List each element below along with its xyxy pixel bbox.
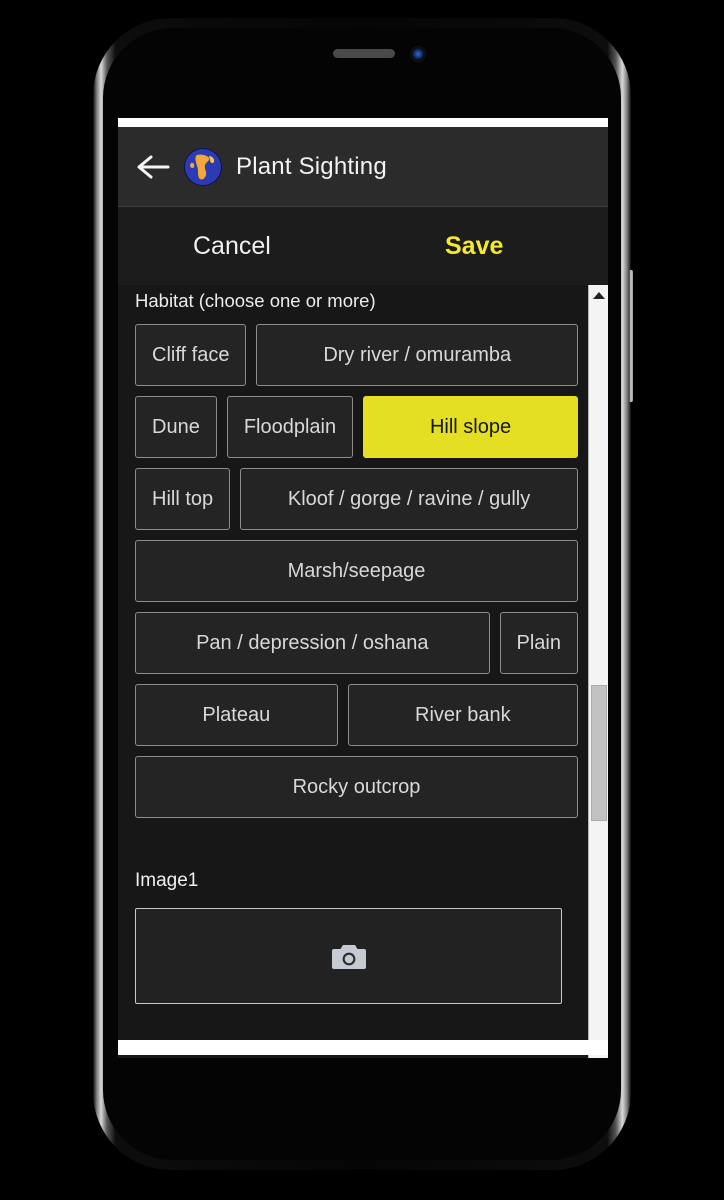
habitat-chip-row: Hill top Kloof / gorge / ravine / gully <box>135 468 578 530</box>
speaker-grille-icon <box>333 49 395 58</box>
habitat-chip-pan-depression-oshana[interactable]: Pan / depression / oshana <box>135 612 490 674</box>
globe-icon <box>184 147 222 186</box>
habitat-chip-cliff-face[interactable]: Cliff face <box>135 324 247 386</box>
habitat-chip-hill-slope[interactable]: Hill slope <box>363 396 578 458</box>
screen-top-strip <box>118 118 608 127</box>
image1-capture-button[interactable] <box>135 908 562 1004</box>
screenshot-root: Plant Sighting Cancel Save Habitat (choo… <box>0 0 724 1200</box>
habitat-chip-row: Cliff face Dry river / omuramba <box>135 324 578 386</box>
front-camera-icon <box>410 46 426 62</box>
habitat-chip-row: Marsh/seepage <box>135 540 578 602</box>
arrow-left-icon[interactable] <box>136 152 170 182</box>
habitat-chip-row: Plateau River bank <box>135 684 579 746</box>
phone-screen: Plant Sighting Cancel Save Habitat (choo… <box>118 118 608 1058</box>
habitat-label: Habitat (choose one or more) <box>135 290 376 311</box>
habitat-chip-group: Cliff face Dry river / omuramba Dune Floodp… <box>135 324 579 818</box>
app-bar: Plant Sighting <box>118 127 608 207</box>
habitat-chip-river-bank[interactable]: River bank <box>347 684 579 746</box>
habitat-chip-dry-river-omuramba[interactable]: Dry river / omuramba <box>256 324 578 386</box>
habitat-chip-row: Pan / depression / oshana Plain <box>135 612 578 674</box>
power-button[interactable] <box>629 270 633 402</box>
scroll-up-button[interactable] <box>589 285 608 305</box>
habitat-chip-plain[interactable]: Plain <box>499 612 578 674</box>
cancel-button[interactable]: Cancel <box>193 232 271 261</box>
habitat-chip-hill-top[interactable]: Hill top <box>135 468 231 530</box>
page-title: Plant Sighting <box>236 152 387 180</box>
save-button[interactable]: Save <box>445 232 503 261</box>
habitat-chip-row: Rocky outcrop <box>135 756 578 818</box>
habitat-chip-plateau[interactable]: Plateau <box>135 684 338 746</box>
habitat-chip-rocky-outcrop[interactable]: Rocky outcrop <box>135 756 578 818</box>
scroll-thumb[interactable] <box>591 685 607 821</box>
screen-bottom-strip <box>118 1040 608 1055</box>
action-bar: Cancel Save <box>118 207 608 285</box>
image1-label: Image1 <box>135 870 199 891</box>
form-area: Habitat (choose one or more) Cliff face D… <box>118 285 608 1058</box>
habitat-chip-floodplain[interactable]: Floodplain <box>226 396 354 458</box>
habitat-chip-kloof-gorge-ravine-gully[interactable]: Kloof / gorge / ravine / gully <box>240 468 578 530</box>
habitat-chip-row: Dune Floodplain Hill slope <box>135 396 578 458</box>
camera-icon <box>331 941 367 971</box>
habitat-chip-dune[interactable]: Dune <box>135 396 217 458</box>
vertical-scrollbar[interactable] <box>588 285 608 1058</box>
habitat-chip-marsh-seepage[interactable]: Marsh/seepage <box>135 540 578 602</box>
